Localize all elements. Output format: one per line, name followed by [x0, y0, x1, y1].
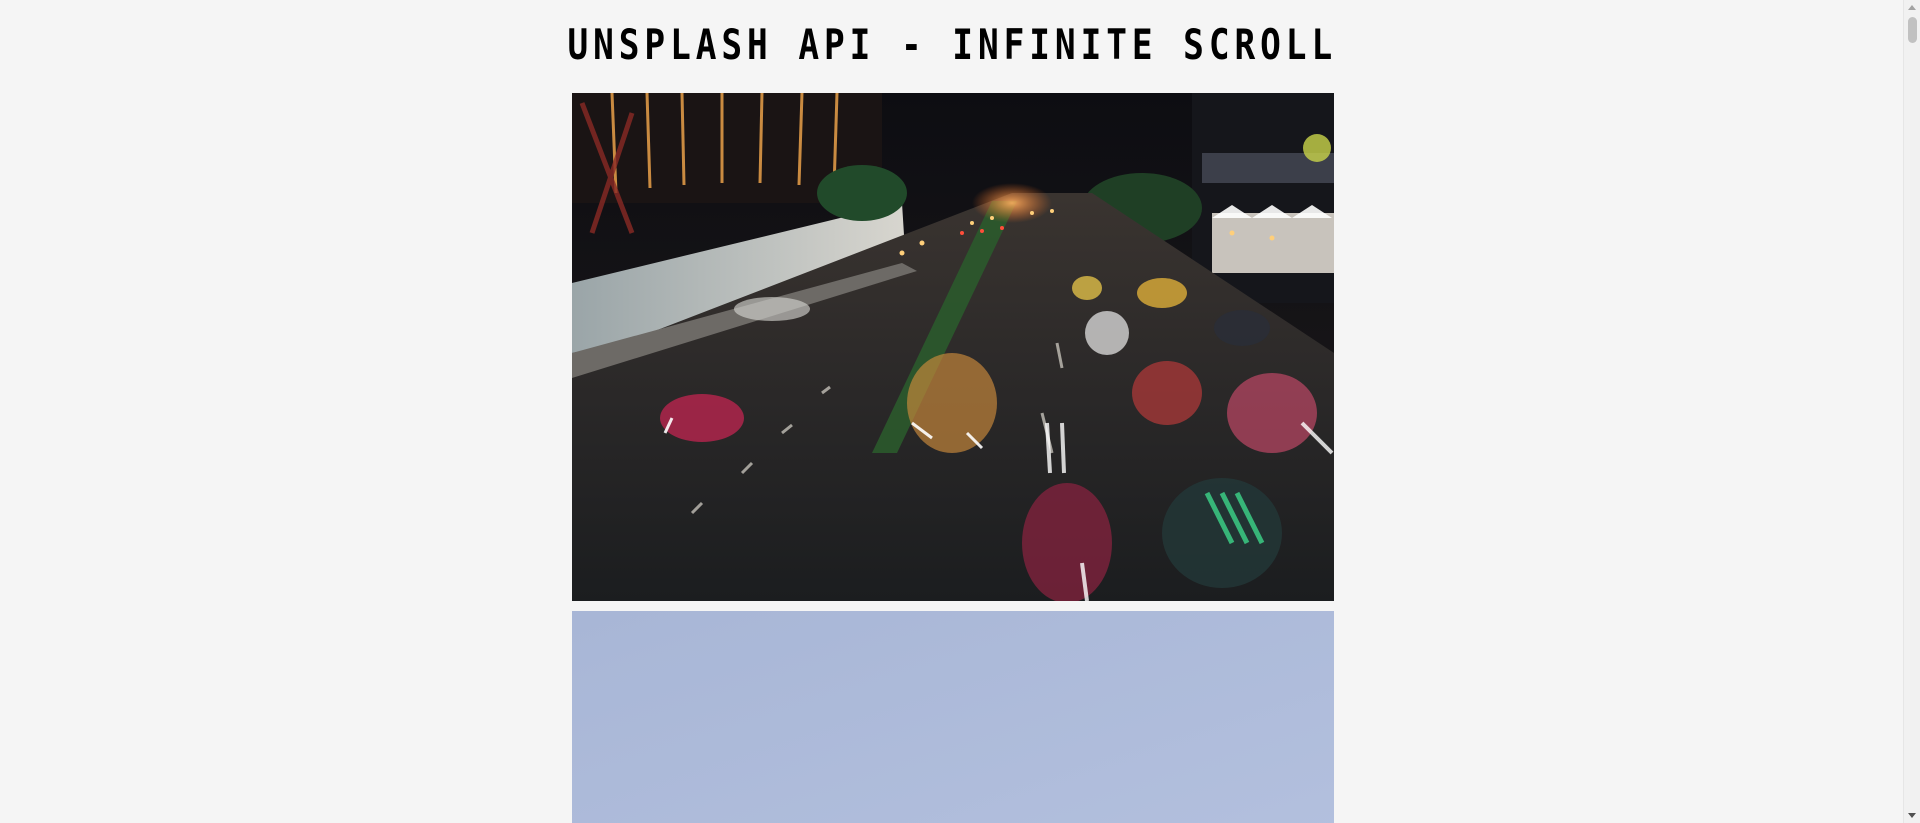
page: UNSPLASH API - INFINITE SCROLL: [0, 0, 1920, 823]
image-card-city-traffic[interactable]: [572, 93, 1334, 601]
page-title: UNSPLASH API - INFINITE SCROLL: [567, 20, 1337, 69]
scroll-up-arrow-icon[interactable]: [1908, 5, 1916, 10]
image-card-blue-sky[interactable]: [572, 611, 1334, 823]
image-container: [572, 93, 1334, 823]
photo-city-traffic-icon: [572, 93, 1334, 601]
scroll-thumb[interactable]: [1908, 17, 1917, 43]
scroll-down-arrow-icon[interactable]: [1908, 813, 1916, 818]
photo-blue-sky-icon: [572, 611, 1334, 823]
header: UNSPLASH API - INFINITE SCROLL: [0, 14, 1904, 76]
vertical-scrollbar[interactable]: [1903, 0, 1920, 823]
